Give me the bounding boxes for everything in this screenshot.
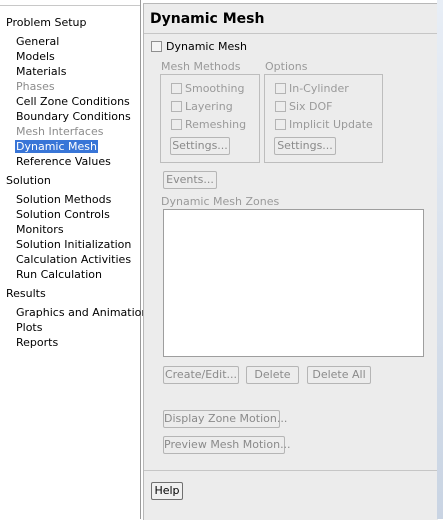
tree-item-dynamic-mesh[interactable]: Dynamic Mesh [15,140,98,153]
implicit-update-checkbox[interactable] [275,119,286,130]
smoothing-checkbox[interactable] [171,83,182,94]
delete-all-button[interactable]: Delete All [307,366,371,384]
panel-title: Dynamic Mesh [150,11,265,27]
six-dof-label: Six DOF [289,100,333,113]
dynamic-mesh-task-panel: Dynamic Mesh Dynamic Mesh Mesh Methods S… [143,3,438,520]
tree-category-results[interactable]: Results [6,287,46,300]
tree-divider [0,5,140,6]
tree-item-calculation-activities[interactable]: Calculation Activities [16,253,131,266]
tree-item-plots[interactable]: Plots [16,321,42,334]
tree-item-monitors[interactable]: Monitors [16,223,64,236]
dynamic-mesh-checkbox-label: Dynamic Mesh [166,40,247,53]
tree-item-solution-methods[interactable]: Solution Methods [16,193,111,206]
tree-item-solution-controls[interactable]: Solution Controls [16,208,110,221]
layering-label: Layering [185,100,233,113]
dynamic-mesh-zones-list[interactable] [163,209,424,357]
tree-item-graphics-and-animations[interactable]: Graphics and Animations [16,306,154,319]
layering-checkbox[interactable] [171,101,182,112]
tree-item-general[interactable]: General [16,35,59,48]
implicit-update-label: Implicit Update [289,118,373,131]
navigation-tree: Problem Setup General Models Materials P… [0,0,154,519]
options-group-title: Options [265,60,308,73]
tree-item-boundary-conditions[interactable]: Boundary Conditions [16,110,131,123]
tree-item-mesh-interfaces: Mesh Interfaces [16,125,104,138]
display-zone-motion-button[interactable]: Display Zone Motion... [163,410,287,428]
create-edit-button[interactable]: Create/Edit... [163,366,239,384]
tree-item-solution-initialization[interactable]: Solution Initialization [16,238,131,251]
preview-mesh-motion-button[interactable]: Preview Mesh Motion... [163,436,291,454]
title-divider [144,33,438,34]
dynamic-mesh-checkbox[interactable] [151,41,162,52]
help-button[interactable]: Help [151,482,183,500]
footer-divider [144,470,438,471]
mesh-methods-settings-button[interactable]: Settings... [170,137,230,155]
smoothing-label: Smoothing [185,82,245,95]
tree-category-problem-setup[interactable]: Problem Setup [6,16,87,29]
tree-item-phases: Phases [16,80,55,93]
in-cylinder-label: In-Cylinder [289,82,349,95]
window-edge [437,0,443,519]
tree-item-materials[interactable]: Materials [16,65,66,78]
six-dof-checkbox[interactable] [275,101,286,112]
tree-item-cell-zone-conditions[interactable]: Cell Zone Conditions [16,95,130,108]
dynamic-mesh-zones-label: Dynamic Mesh Zones [161,195,280,208]
mesh-methods-group-title: Mesh Methods [161,60,241,73]
remeshing-label: Remeshing [185,118,247,131]
tree-item-run-calculation[interactable]: Run Calculation [16,268,102,281]
events-button[interactable]: Events... [163,171,217,189]
tree-item-models[interactable]: Models [16,50,55,63]
tree-category-solution[interactable]: Solution [6,174,51,187]
delete-button[interactable]: Delete [246,366,299,384]
tree-item-reports[interactable]: Reports [16,336,58,349]
options-settings-button[interactable]: Settings... [274,137,336,155]
in-cylinder-checkbox[interactable] [275,83,286,94]
remeshing-checkbox[interactable] [171,119,182,130]
tree-item-reference-values[interactable]: Reference Values [16,155,111,168]
